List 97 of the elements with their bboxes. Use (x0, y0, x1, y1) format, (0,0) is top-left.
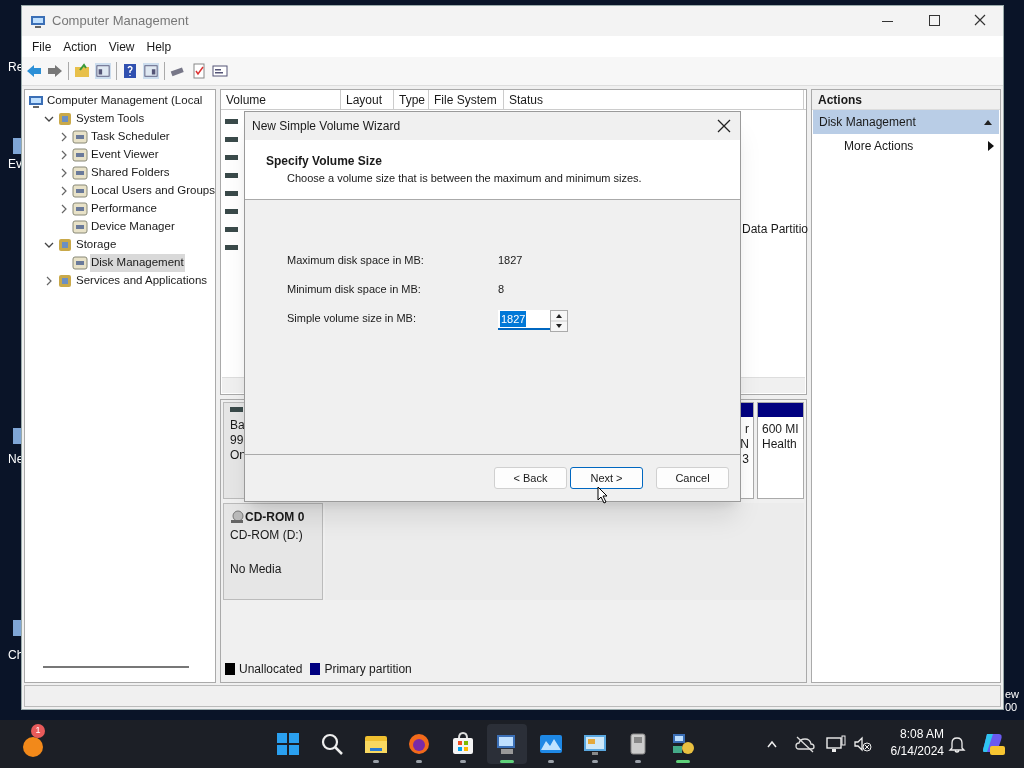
drive-icon (225, 172, 238, 178)
section-title: Disk Management (819, 114, 916, 131)
menu-item[interactable]: View (102, 37, 141, 56)
action-label: More Actions (844, 138, 914, 155)
scrollbar-thumb[interactable] (43, 666, 189, 668)
partition-info: 600 MI (762, 422, 799, 437)
drive-icon (225, 190, 238, 196)
actions-section[interactable]: Disk Management (813, 110, 999, 134)
disk-info: 99 (230, 433, 245, 448)
dialog-title: New Simple Volume Wizard (252, 118, 401, 135)
action-pane-icon[interactable] (143, 63, 159, 79)
drive-icon (225, 226, 238, 232)
computer-icon (28, 93, 44, 109)
clock-date: 6/14/2024 (890, 743, 944, 760)
disk-info: CD-ROM (D:) (230, 527, 304, 544)
menu-item[interactable]: File (26, 37, 58, 56)
partition-info: Health (762, 437, 798, 452)
drive-icon (225, 244, 238, 250)
legend-label: Primary partition (324, 661, 412, 678)
actions-header: Actions (812, 90, 1000, 110)
speaker-muted-icon[interactable] (853, 735, 872, 753)
disk-info: No Media (230, 561, 283, 578)
taskbar-app-button[interactable] (487, 724, 527, 764)
network-icon (671, 732, 695, 756)
field-label: Simple volume size in MB: (287, 311, 417, 326)
partition-info: r (745, 422, 749, 437)
mouse-cursor-icon (597, 486, 609, 504)
menu-item[interactable]: Help (140, 37, 178, 56)
tree-item[interactable]: Computer Management (Local (46, 92, 204, 110)
column-header[interactable]: Volume (221, 90, 341, 109)
column-header[interactable]: Layout (341, 90, 394, 109)
desktop-icon-label[interactable]: Ev (8, 155, 22, 173)
back-arrow-icon[interactable] (26, 63, 42, 79)
wizard-button[interactable]: Next > (570, 467, 643, 489)
chart-icon (539, 732, 563, 756)
wizard-button[interactable]: < Back (494, 467, 567, 489)
clock-time: 8:08 AM (899, 726, 944, 743)
wizard-heading: Specify Volume Size (266, 153, 383, 170)
tree-item[interactable]: Shared Folders (90, 164, 171, 182)
tree-item[interactable]: Performance (90, 200, 158, 218)
field-label: Maximum disk space in MB: (287, 253, 425, 268)
drive-icon (225, 136, 238, 142)
drive-icon (230, 407, 243, 412)
bell-icon[interactable] (948, 735, 966, 753)
tree-item[interactable]: Disk Management (90, 254, 185, 272)
clock[interactable]: 8:08 AM 6/14/2024 (880, 726, 944, 760)
menu-item[interactable]: Action (57, 37, 103, 56)
computer-icon (30, 13, 46, 29)
network-monitor-icon[interactable] (826, 735, 846, 753)
tree-item[interactable]: Storage (75, 236, 118, 254)
size-input-field[interactable]: 1827 (498, 310, 550, 330)
tree-item[interactable]: Local Users and Groups (90, 182, 216, 200)
notification-badge: 1 (31, 724, 45, 738)
console-tree-icon[interactable] (95, 63, 111, 79)
search-icon (320, 732, 344, 756)
tree-item[interactable]: System Tools (75, 110, 146, 128)
window-title: Computer Management (52, 12, 190, 31)
drive-icon (225, 154, 238, 160)
status-cell-text: Data Partitio (742, 221, 809, 238)
copilot-icon[interactable] (981, 732, 1005, 756)
browser-icon (407, 732, 431, 756)
column-header[interactable]: File System (429, 90, 504, 109)
start-icon (276, 732, 300, 756)
drive-icon (225, 208, 238, 214)
field-label: Minimum disk space in MB: (287, 282, 422, 297)
partition-info: 3 (742, 452, 749, 467)
partition-info: N (740, 437, 749, 452)
tree-item[interactable]: Services and Applications (75, 272, 209, 290)
action-item[interactable]: More Actions (812, 134, 1000, 158)
field-value: 8 (498, 282, 505, 297)
disk-info: Ba (230, 418, 246, 433)
column-header[interactable]: Type (394, 90, 429, 109)
wizard-subheading: Choose a volume size that is between the maximum and minimum sizes. (286, 171, 643, 186)
forward-arrow-icon[interactable] (47, 63, 63, 79)
desktop-icon-label[interactable]: ew (1005, 688, 1020, 701)
column-header[interactable]: Status (504, 90, 804, 109)
close-icon[interactable] (717, 119, 731, 133)
cd-drive-icon (230, 510, 244, 524)
tree-item[interactable]: Event Viewer (90, 146, 160, 164)
legend-label: Unallocated (239, 661, 303, 678)
tree-item[interactable]: Device Manager (90, 218, 176, 236)
wizard-button[interactable]: Cancel (656, 467, 729, 489)
tree-item[interactable]: Task Scheduler (90, 128, 171, 146)
spinner-arrows-icon[interactable] (550, 310, 568, 332)
folder-up-icon[interactable] (74, 63, 90, 79)
checklist-icon[interactable] (191, 63, 207, 79)
cloud-off-icon[interactable] (795, 735, 815, 753)
submenu-arrow-icon (988, 141, 994, 151)
help-icon[interactable] (122, 63, 138, 79)
field-value: 1827 (498, 253, 523, 268)
collapse-arrow-icon[interactable] (983, 118, 993, 126)
monitor-icon (583, 732, 607, 756)
desktop-icon-label[interactable]: 00 (1005, 701, 1018, 714)
store-icon (451, 732, 475, 756)
drive-icon (225, 118, 238, 124)
disk-name: CD-ROM 0 (245, 509, 305, 526)
properties-icon[interactable] (212, 63, 228, 79)
